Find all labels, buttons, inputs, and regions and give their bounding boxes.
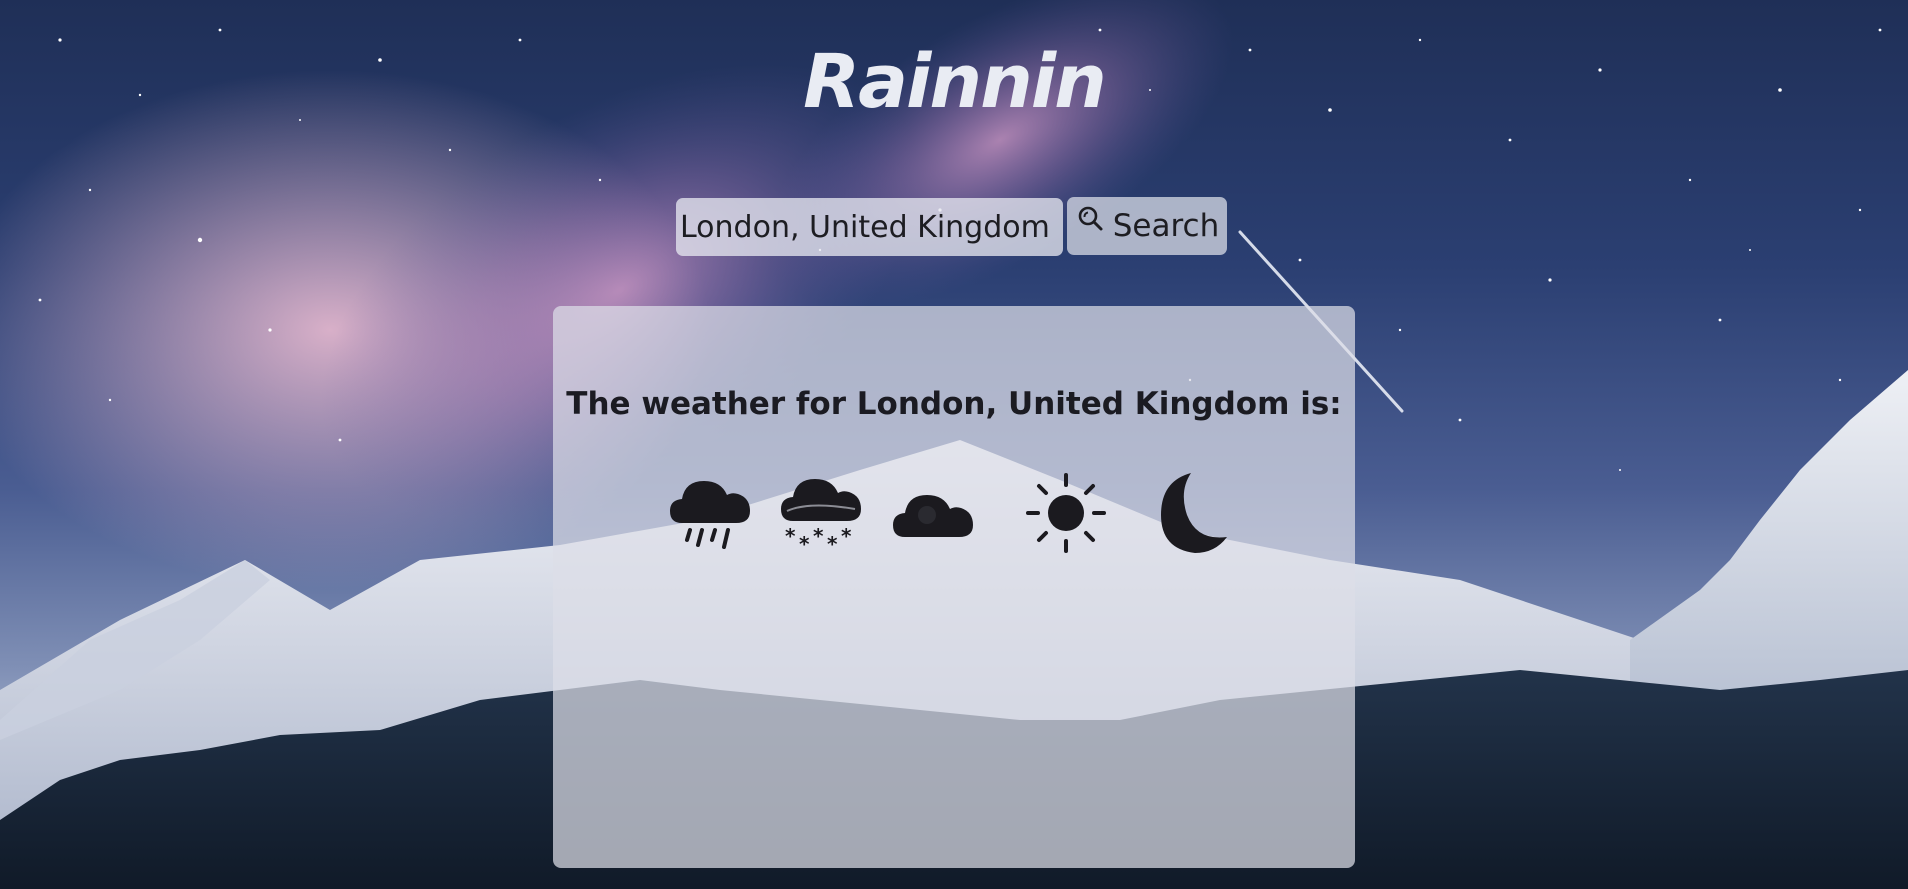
weather-card: The weather for London, United Kingdom i… bbox=[553, 306, 1355, 868]
sun-icon bbox=[1024, 471, 1108, 559]
cloud-icon bbox=[891, 471, 975, 559]
svg-text:*: * bbox=[813, 524, 824, 548]
rain-cloud-icon bbox=[668, 471, 752, 559]
search-icon bbox=[1075, 204, 1105, 234]
svg-text:*: * bbox=[827, 532, 838, 555]
app-title: Rainnin bbox=[803, 39, 1107, 125]
moon-icon bbox=[1151, 471, 1235, 559]
snow-cloud-icon: * * * * * bbox=[779, 471, 863, 559]
search-button-label: Search bbox=[1112, 208, 1220, 244]
svg-text:*: * bbox=[841, 524, 852, 548]
location-search-input[interactable] bbox=[676, 198, 1063, 256]
weather-heading: The weather for London, United Kingdom i… bbox=[566, 386, 1342, 422]
svg-text:*: * bbox=[785, 524, 796, 548]
svg-text:*: * bbox=[799, 532, 810, 555]
search-button[interactable]: Search bbox=[1067, 197, 1227, 255]
